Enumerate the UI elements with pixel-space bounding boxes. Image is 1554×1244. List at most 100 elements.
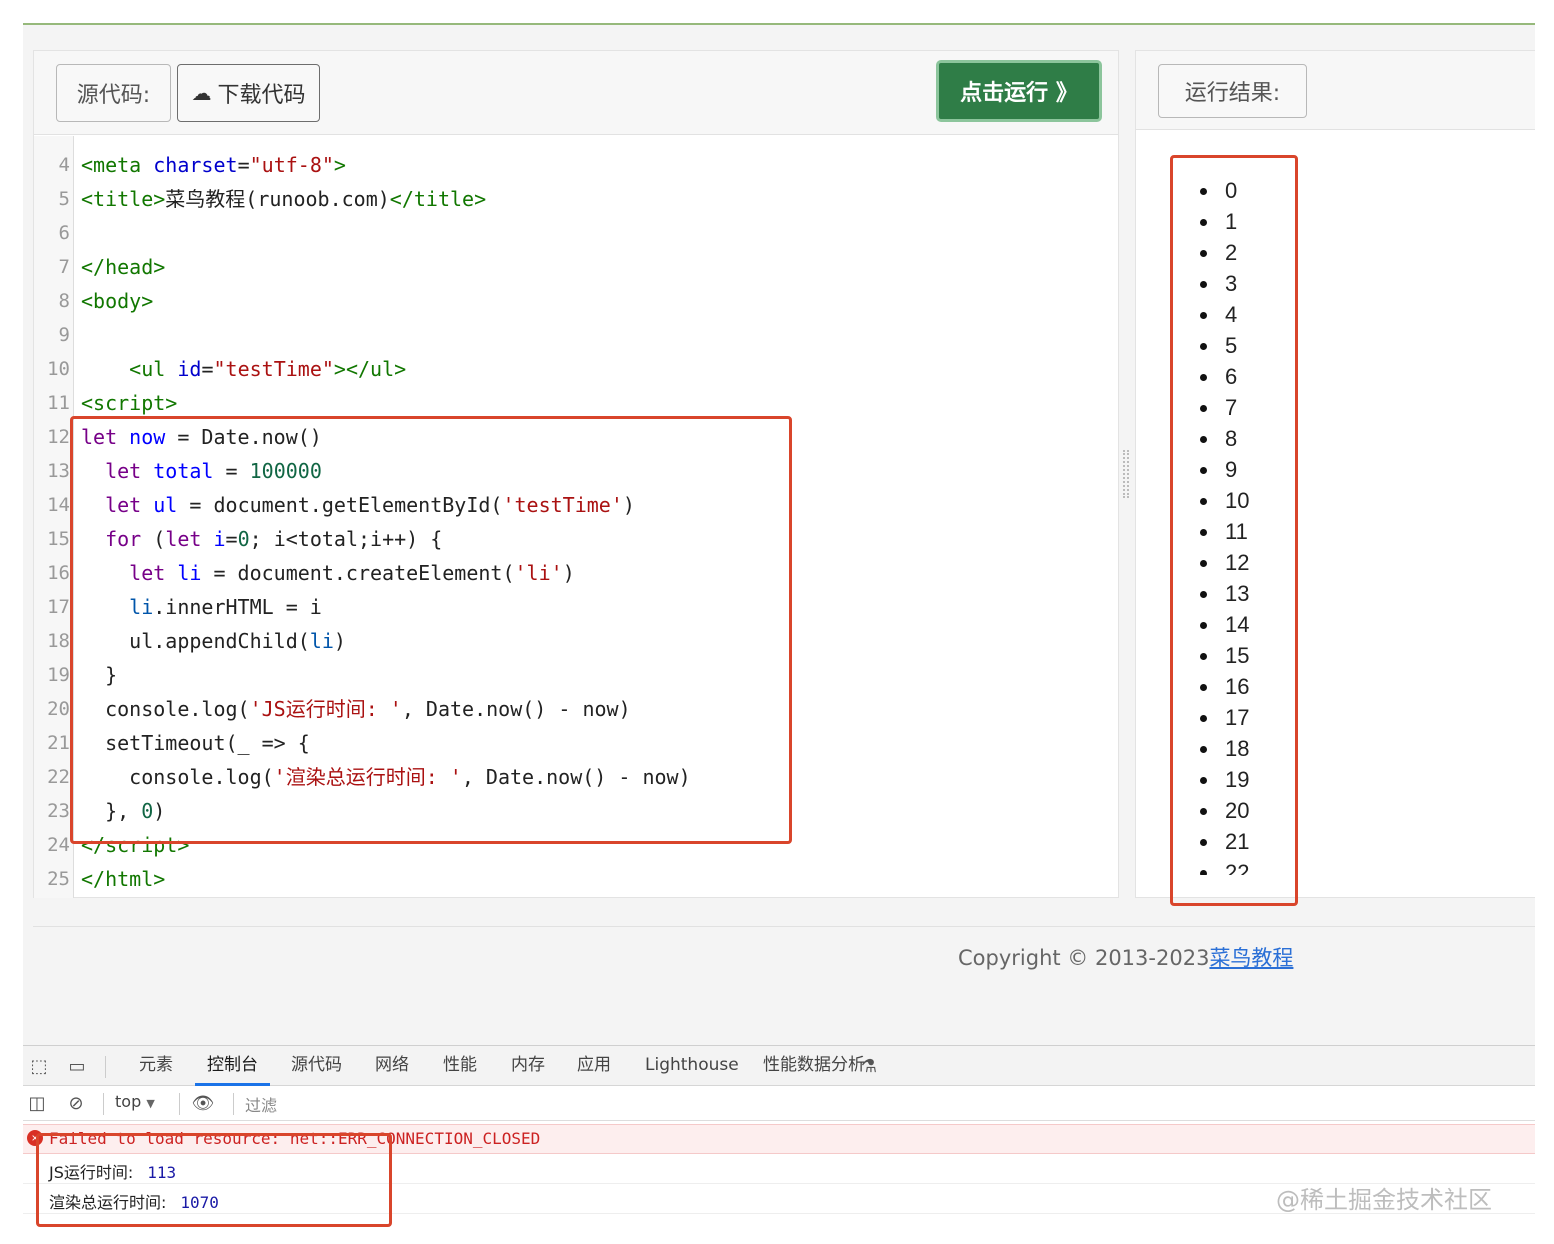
list-item: 1 bbox=[1175, 206, 1295, 237]
code-line: 22 console.log('渲染总运行时间: ', Date.now() -… bbox=[34, 760, 1118, 794]
line-number: 25 bbox=[47, 868, 70, 890]
code-line: 8 <body> bbox=[34, 284, 1118, 318]
list-item: 15 bbox=[1175, 640, 1295, 671]
code-text: <title>菜鸟教程(runoob.com)</title> bbox=[81, 187, 487, 211]
list-item: 6 bbox=[1175, 361, 1295, 392]
inspect-element-icon[interactable]: ⬚ bbox=[27, 1054, 51, 1078]
list-item: 16 bbox=[1175, 671, 1295, 702]
run-result-button[interactable]: 运行结果: bbox=[1158, 64, 1307, 118]
source-code-button[interactable]: 源代码: bbox=[56, 64, 171, 122]
line-number: 13 bbox=[47, 460, 70, 482]
devtools-tab[interactable]: Lighthouse bbox=[633, 1046, 751, 1086]
devtools-tab[interactable]: 性能 bbox=[431, 1046, 489, 1086]
devtools-tab[interactable]: 控制台 bbox=[195, 1046, 270, 1086]
code-line: 18 ul.appendChild(li) bbox=[34, 624, 1118, 658]
list-item: 20 bbox=[1175, 795, 1295, 826]
list-item: 4 bbox=[1175, 299, 1295, 330]
line-number: 24 bbox=[47, 834, 70, 856]
code-text: let now = Date.now() bbox=[81, 425, 322, 449]
code-text: for (let i=0; i<total;i++) { bbox=[105, 527, 443, 551]
line-number: 11 bbox=[47, 392, 70, 414]
code-text: <ul id="testTime"></ul> bbox=[129, 357, 407, 381]
console-filter-bar: ◫ ⊘ top ▼ 👁 过滤 bbox=[23, 1087, 1535, 1121]
dropdown-arrow-icon: ▼ bbox=[146, 1097, 155, 1110]
line-number: 5 bbox=[58, 188, 70, 210]
code-line: 16 let li = document.createElement('li') bbox=[34, 556, 1118, 590]
devtools-tab[interactable]: 内存 bbox=[499, 1046, 557, 1086]
code-area[interactable]: 4 <meta charset="utf-8"> 5 <title>菜鸟教程(runo… bbox=[34, 136, 1118, 898]
line-number: 17 bbox=[47, 596, 70, 618]
code-line: 13 let total = 100000 bbox=[34, 454, 1118, 488]
eye-icon[interactable]: 👁 bbox=[191, 1091, 215, 1115]
code-text: console.log('渲染总运行时间: ', Date.now() - no… bbox=[81, 765, 691, 789]
code-line: 17 li.innerHTML = i bbox=[34, 590, 1118, 624]
code-text: ul.appendChild(li) bbox=[81, 629, 346, 653]
list-item: 18 bbox=[1175, 733, 1295, 764]
code-line: 4 <meta charset="utf-8"> bbox=[34, 148, 1118, 182]
devtools-tab[interactable]: 性能数据分析 bbox=[751, 1046, 877, 1086]
panel-splitter-handle[interactable] bbox=[1123, 450, 1129, 498]
editor-toolbar: 源代码: ☁ 下载代码 点击运行 》 bbox=[34, 51, 1118, 135]
devtools-tab[interactable]: 网络 bbox=[363, 1046, 421, 1086]
list-item: 14 bbox=[1175, 609, 1295, 640]
list-item: 12 bbox=[1175, 547, 1295, 578]
line-number: 20 bbox=[47, 698, 70, 720]
code-text: <meta charset="utf-8"> bbox=[81, 153, 346, 177]
context-selector[interactable]: top ▼ bbox=[115, 1092, 155, 1111]
line-number: 14 bbox=[47, 494, 70, 516]
toolbar-separator bbox=[179, 1093, 180, 1115]
code-text: setTimeout(_ => { bbox=[81, 731, 310, 755]
toolbar-separator bbox=[103, 1093, 104, 1115]
line-number: 19 bbox=[47, 664, 70, 686]
copyright-text: Copyright © 2013-2023菜鸟教程 bbox=[958, 946, 1294, 970]
list-item: 11 bbox=[1175, 516, 1295, 547]
devtools-tab[interactable]: 元素 bbox=[127, 1046, 185, 1086]
footer-divider bbox=[33, 926, 1535, 927]
code-text: <script> bbox=[81, 391, 178, 415]
code-line: 15 for (let i=0; i<total;i++) { bbox=[34, 522, 1118, 556]
code-text: </script> bbox=[81, 833, 190, 857]
code-line: 6 bbox=[34, 216, 1118, 250]
line-number: 10 bbox=[47, 358, 70, 380]
download-code-label: 下载代码 bbox=[217, 83, 306, 108]
code-line: 19 } bbox=[34, 658, 1118, 692]
list-item: 0 bbox=[1175, 175, 1295, 206]
list-item: 5 bbox=[1175, 330, 1295, 361]
devtools-tab[interactable]: 源代码 bbox=[279, 1046, 354, 1086]
download-code-button[interactable]: ☁ 下载代码 bbox=[177, 64, 320, 122]
code-line: 21 setTimeout(_ => { bbox=[34, 726, 1118, 760]
code-line: 14 let ul = document.getElementById('tes… bbox=[34, 488, 1118, 522]
result-list: 0 1 2 3 4 5 6 7 8 9 10 11 12 13 14 15 16 17 18 19 20 21 22 bbox=[1175, 175, 1295, 875]
watermark: @稀土掘金技术社区 bbox=[1276, 1186, 1492, 1214]
code-text: let li = document.createElement('li') bbox=[129, 561, 575, 585]
line-number: 6 bbox=[58, 222, 70, 244]
line-number: 8 bbox=[58, 290, 70, 312]
code-text: </head> bbox=[81, 255, 166, 279]
line-number: 9 bbox=[58, 324, 70, 346]
device-toolbar-icon[interactable]: ▭ bbox=[65, 1054, 89, 1078]
runoob-link[interactable]: 菜鸟教程 bbox=[1209, 946, 1293, 970]
code-line: 5 <title>菜鸟教程(runoob.com)</title> bbox=[34, 182, 1118, 216]
list-item: 8 bbox=[1175, 423, 1295, 454]
list-item: 10 bbox=[1175, 485, 1295, 516]
toolbar-separator bbox=[105, 1056, 106, 1078]
code-line: 23 }, 0) bbox=[34, 794, 1118, 828]
clear-console-icon[interactable]: ⊘ bbox=[64, 1091, 88, 1115]
devtools-tab[interactable]: 应用 bbox=[565, 1046, 623, 1086]
list-item: 13 bbox=[1175, 578, 1295, 609]
sidebar-toggle-icon[interactable]: ◫ bbox=[25, 1091, 49, 1115]
devtools-tab-bar: ⬚ ▭ ⚗ 元素 控制台 源代码 网络 性能 内存 应用 Lighthouse 性能数据分析 bbox=[23, 1046, 1535, 1086]
code-text: } bbox=[81, 663, 118, 687]
list-item: 2 bbox=[1175, 237, 1295, 268]
result-toolbar: 运行结果: bbox=[1136, 51, 1535, 130]
console-error-row: × Failed to load resource: net::ERR_CONN… bbox=[23, 1124, 1535, 1154]
filter-input[interactable]: 过滤 bbox=[245, 1092, 277, 1116]
code-text: let ul = document.getElementById('testTi… bbox=[105, 493, 635, 517]
code-text: }, 0) bbox=[81, 799, 166, 823]
line-number: 4 bbox=[58, 154, 70, 176]
list-item: 3 bbox=[1175, 268, 1295, 299]
line-number: 16 bbox=[47, 562, 70, 584]
run-button[interactable]: 点击运行 》 bbox=[936, 60, 1102, 122]
error-icon: × bbox=[27, 1130, 43, 1146]
list-item: 9 bbox=[1175, 454, 1295, 485]
